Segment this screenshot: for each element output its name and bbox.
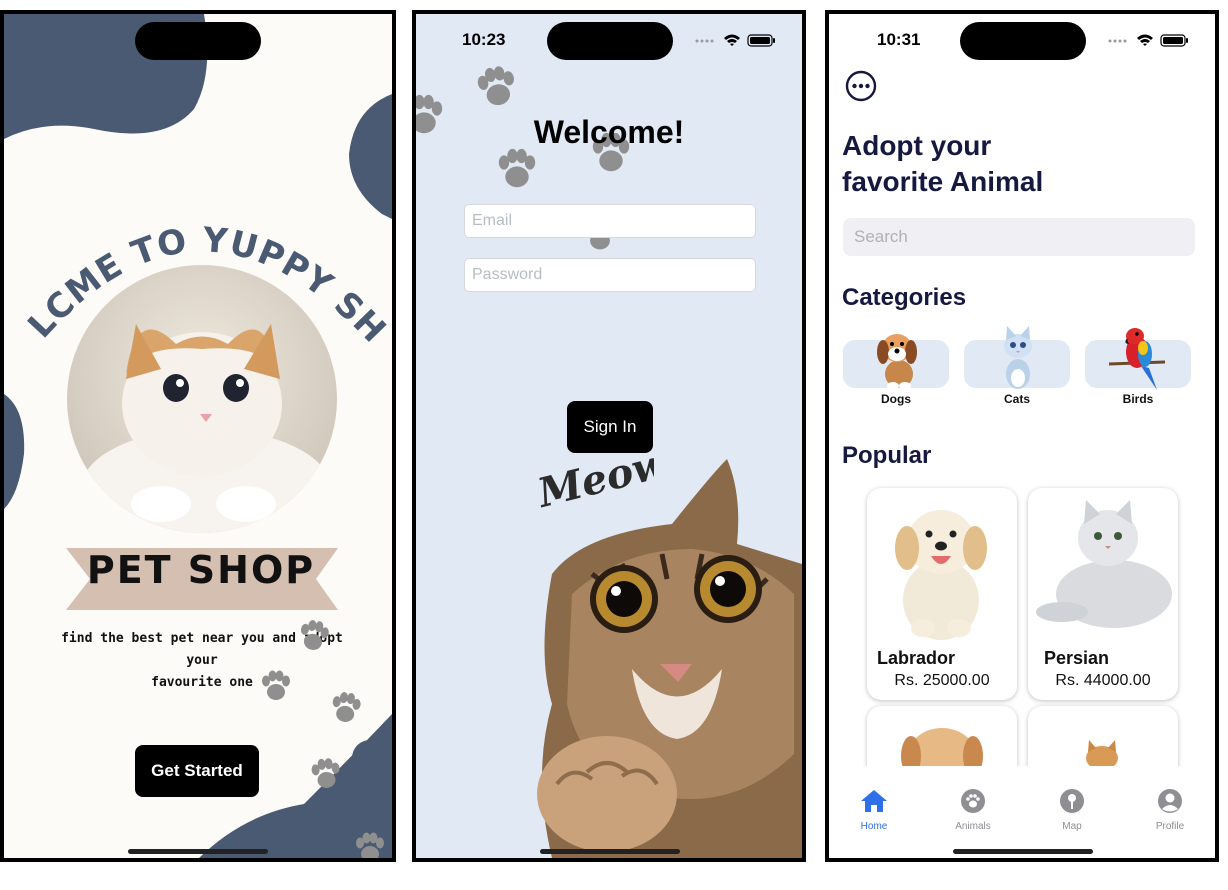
kitten-image [1086, 740, 1118, 766]
welcome-title: Welcome! [533, 114, 685, 150]
more-options-icon[interactable] [845, 70, 877, 102]
tab-label: Profile [1155, 821, 1185, 832]
pet-card-labrador[interactable]: Labrador Rs. 25000.00 [867, 488, 1017, 700]
pet-name: Labrador [877, 648, 956, 668]
welcome-screen: WELCME TO YUPPY SHOP PET SHOP [0, 10, 396, 862]
page-title-line-1: Adopt your [842, 130, 992, 161]
dynamic-island [960, 22, 1086, 60]
paw-icon [330, 690, 363, 724]
subtitle-line-2: favourite one [151, 675, 253, 690]
page-title: Adopt your favorite Animal [842, 128, 1182, 200]
category-label: Dogs [881, 392, 911, 406]
home-indicator [953, 849, 1093, 854]
pet-name: Persian [1044, 648, 1110, 668]
category-label: Birds [1122, 392, 1154, 406]
sign-in-screen: 10:23 Welcome! Sign In Meow [412, 10, 806, 862]
category-birds[interactable]: Birds [1085, 324, 1193, 406]
tab-profile[interactable]: Profile [1130, 788, 1210, 832]
dynamic-island [135, 22, 261, 60]
pet-price: Rs. 44000.00 [1055, 672, 1151, 689]
category-cats[interactable]: Cats [964, 324, 1072, 406]
status-time: 10:23 [462, 30, 506, 49]
parrot-icon [1108, 328, 1166, 390]
page-title-line-2: favorite Animal [842, 166, 1044, 197]
get-started-button[interactable]: Get Started [135, 745, 259, 797]
home-icon [861, 790, 887, 812]
paw-icon [961, 789, 985, 813]
paw-icon [356, 832, 384, 858]
home-indicator [540, 849, 680, 854]
status-icons [1108, 34, 1188, 47]
tab-home[interactable]: Home [834, 788, 914, 832]
paw-icon [262, 670, 290, 700]
status-icons [695, 34, 775, 47]
password-field[interactable] [464, 258, 756, 292]
paw-icon [310, 757, 342, 790]
tab-map[interactable]: Map [1032, 788, 1112, 832]
category-dogs[interactable]: Dogs [843, 324, 951, 406]
home-screen: 10:31 Adopt your favorite Animal Categor… [825, 10, 1219, 862]
kitten-photo [67, 265, 337, 533]
search-input[interactable] [843, 218, 1195, 256]
category-label: Cats [1003, 392, 1030, 406]
persian-cat-image [1036, 500, 1172, 628]
dog-icon [877, 334, 917, 390]
home-indicator [128, 849, 268, 854]
dynamic-island [547, 22, 673, 60]
cat-icon [1004, 326, 1032, 389]
pet-card-persian[interactable]: Persian Rs. 44000.00 [1028, 488, 1178, 700]
tab-label: Animals [955, 821, 991, 832]
map-pin-icon [1060, 789, 1084, 813]
tab-label: Map [1062, 821, 1082, 832]
labrador-image [895, 510, 987, 640]
tab-bar: Home Animals Map Profile [829, 766, 1215, 858]
categories-title: Categories [842, 284, 967, 311]
person-icon [1158, 789, 1182, 813]
paw-icon [475, 63, 519, 109]
pet-price: Rs. 25000.00 [894, 672, 990, 689]
tab-label: Home [860, 821, 888, 832]
cat-peeking-image [537, 459, 802, 858]
status-time: 10:31 [877, 30, 921, 49]
paw-icon [297, 618, 331, 653]
tab-animals[interactable]: Animals [933, 788, 1013, 832]
puppy-image [901, 728, 983, 770]
email-field[interactable] [464, 204, 756, 238]
banner-title: PET SHOP [86, 548, 316, 592]
popular-title: Popular [842, 442, 932, 469]
